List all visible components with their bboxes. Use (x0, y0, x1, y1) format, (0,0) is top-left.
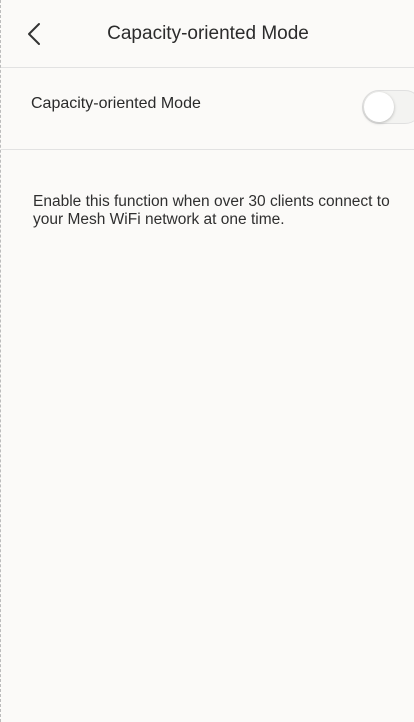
screen: Capacity-oriented Mode Capacity-oriented… (0, 0, 414, 722)
capacity-mode-description: Enable this function when over 30 client… (33, 193, 390, 228)
capacity-mode-label: Capacity-oriented Mode (31, 95, 201, 112)
navigation-bar: Capacity-oriented Mode (1, 0, 414, 68)
chevron-left-icon (27, 22, 41, 46)
page-title: Capacity-oriented Mode (107, 23, 309, 44)
back-button[interactable] (19, 16, 49, 52)
toggle-knob (364, 92, 394, 122)
capacity-mode-setting-row: Capacity-oriented Mode (1, 68, 414, 150)
capacity-mode-toggle[interactable] (362, 90, 414, 124)
